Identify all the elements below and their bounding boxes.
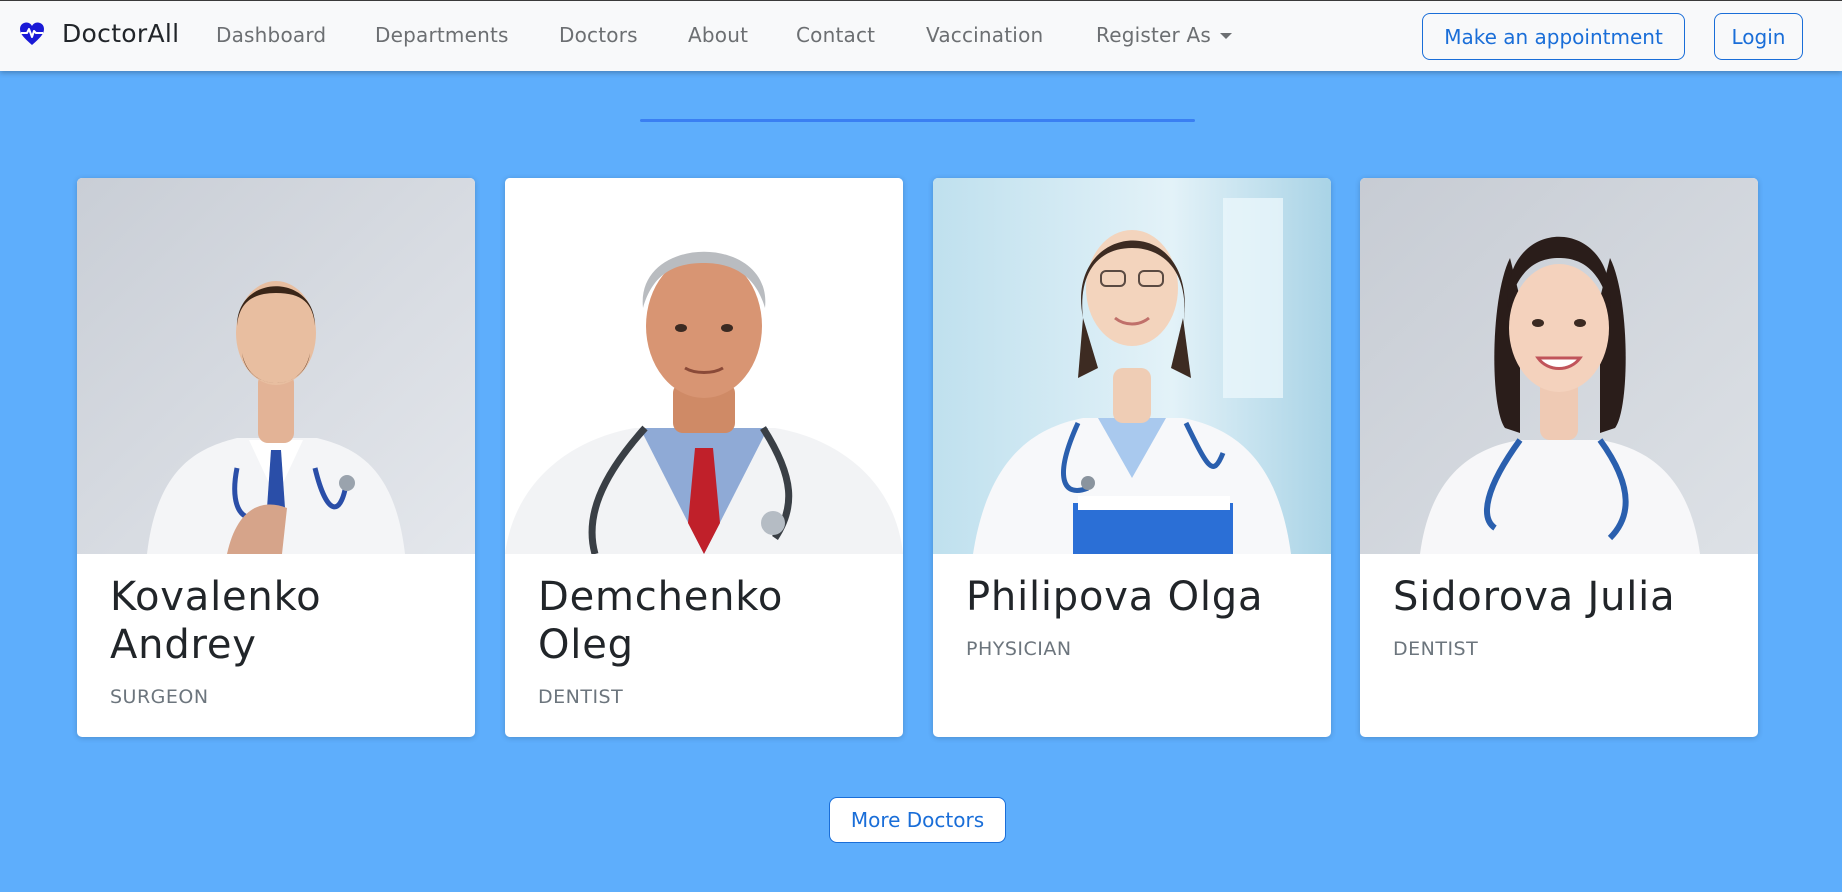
doctor-role: PHYSICIAN (966, 638, 1072, 660)
doctor-card[interactable]: Demchenko Oleg DENTIST (505, 178, 903, 737)
doctor-photo (77, 178, 475, 554)
doctor-card[interactable]: Sidorova Julia DENTIST (1360, 178, 1758, 737)
doctor-photo (1360, 178, 1758, 554)
nav-about[interactable]: About (688, 23, 748, 47)
top-navbar: DoctorAll Dashboard Departments Doctors … (0, 0, 1842, 71)
nav-doctors[interactable]: Doctors (559, 23, 638, 47)
brand-link[interactable]: DoctorAll (19, 19, 179, 48)
heart-pulse-icon (19, 21, 45, 47)
doctor-role: DENTIST (538, 686, 624, 708)
nav-departments[interactable]: Departments (375, 23, 509, 47)
section-divider (640, 119, 1195, 122)
caret-down-icon (1220, 33, 1233, 39)
more-doctors-button[interactable]: More Doctors (829, 797, 1006, 843)
nav-contact[interactable]: Contact (796, 23, 875, 47)
doctor-card[interactable]: Kovalenko Andrey SURGEON (77, 178, 475, 737)
doctor-name: Philipova Olga (966, 574, 1264, 620)
brand-name: DoctorAll (62, 19, 180, 48)
doctor-name: Sidorova Julia (1393, 574, 1676, 620)
doctor-photo (933, 178, 1331, 554)
login-button[interactable]: Login (1714, 13, 1803, 60)
doctor-role: DENTIST (1393, 638, 1479, 660)
doctor-role: SURGEON (110, 686, 209, 708)
make-appointment-button[interactable]: Make an appointment (1422, 13, 1685, 60)
nav-dashboard[interactable]: Dashboard (216, 23, 326, 47)
doctor-name: Kovalenko Andrey (110, 574, 322, 668)
doctor-card[interactable]: Philipova Olga PHYSICIAN (933, 178, 1331, 737)
doctor-photo (505, 178, 903, 554)
nav-register-dropdown[interactable]: Register As (1096, 23, 1233, 47)
nav-vaccination[interactable]: Vaccination (926, 23, 1043, 47)
nav-register-label: Register As (1096, 23, 1212, 47)
doctor-name: Demchenko Oleg (538, 574, 784, 668)
